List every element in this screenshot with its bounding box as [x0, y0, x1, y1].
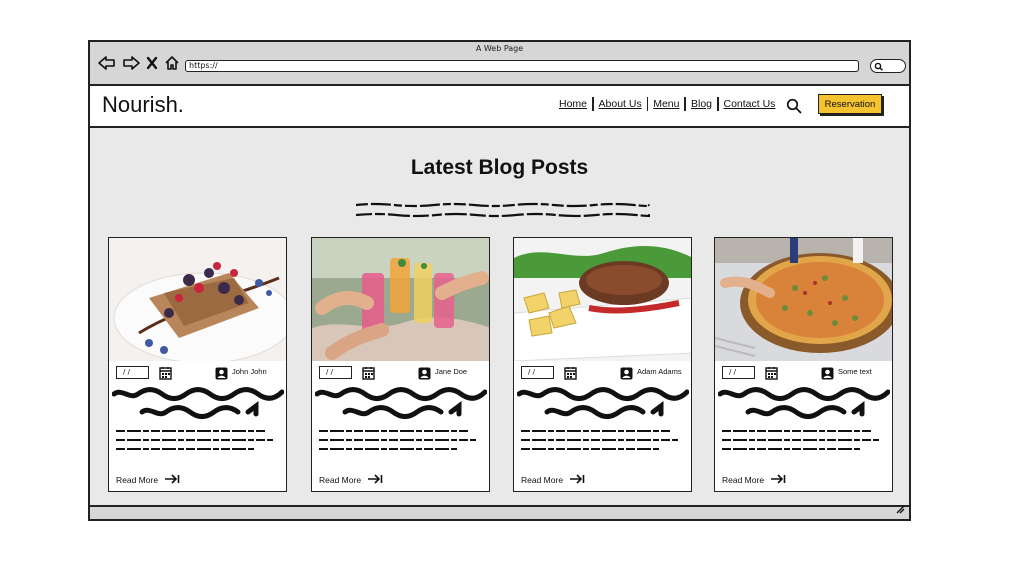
blog-card-image[interactable] — [715, 238, 892, 361]
read-more-link[interactable]: Read More — [722, 474, 786, 486]
read-more-label: Read More — [116, 475, 159, 485]
browser-search-box[interactable] — [870, 59, 906, 73]
user-icon — [418, 365, 431, 384]
date-field: / / — [722, 366, 755, 379]
card-title-placeholder — [517, 387, 689, 419]
author-name: Some text — [838, 367, 872, 376]
card-excerpt-placeholder — [116, 430, 273, 450]
card-title-placeholder — [315, 387, 487, 419]
browser-chrome: A Web Page https:// — [90, 42, 909, 86]
read-more-label: Read More — [319, 475, 362, 485]
calendar-icon — [362, 365, 375, 384]
user-icon — [821, 365, 834, 384]
card-excerpt-placeholder — [319, 430, 476, 450]
nav-divider — [646, 97, 649, 111]
blog-card-image[interactable] — [109, 238, 286, 361]
blog-card-image[interactable] — [312, 238, 489, 361]
browser-window: A Web Page https:// Nourish. Home About … — [88, 40, 911, 521]
window-title: A Web Page — [475, 44, 524, 53]
blog-section: Latest Blog Posts / / John John Read Mor… — [90, 128, 909, 509]
read-more-label: Read More — [521, 475, 564, 485]
browser-nav-buttons — [98, 55, 180, 71]
section-heading: Latest Blog Posts — [410, 156, 589, 179]
read-more-link[interactable]: Read More — [116, 474, 180, 486]
card-excerpt-placeholder — [521, 430, 678, 450]
arrow-right-icon — [569, 474, 585, 486]
blog-card[interactable]: / / Jane Doe Read More — [311, 237, 490, 492]
nav-menu-link[interactable]: Menu — [653, 98, 679, 110]
read-more-link[interactable]: Read More — [521, 474, 585, 486]
blog-card[interactable]: / / Adam Adams Read More — [513, 237, 692, 492]
close-icon[interactable] — [146, 56, 158, 70]
blog-card-meta: / / John John — [116, 365, 281, 381]
back-icon[interactable] — [98, 56, 116, 70]
author-name: Adam Adams — [637, 367, 682, 376]
card-title-placeholder — [112, 387, 284, 419]
blog-card-image[interactable] — [514, 238, 691, 361]
calendar-icon — [765, 365, 778, 384]
user-icon — [215, 365, 228, 384]
calendar-icon — [159, 365, 172, 384]
site-header: Nourish. Home About Us Menu Blog Contact… — [90, 86, 909, 128]
arrow-right-icon — [367, 474, 383, 486]
site-logo[interactable]: Nourish. — [102, 92, 184, 118]
card-excerpt-placeholder — [722, 430, 879, 450]
subheading-placeholder-text — [355, 202, 650, 218]
forward-icon[interactable] — [122, 56, 140, 70]
home-icon[interactable] — [164, 55, 180, 71]
blog-card-meta: / / Some text — [722, 365, 887, 381]
date-field: / / — [116, 366, 149, 379]
author-name: Jane Doe — [435, 367, 468, 376]
calendar-icon — [564, 365, 577, 384]
nav-divider — [717, 97, 719, 111]
blog-card[interactable]: / / John John Read More — [108, 237, 287, 492]
card-title-placeholder — [718, 387, 890, 419]
blog-card-meta: / / Jane Doe — [319, 365, 484, 381]
date-field: / / — [521, 366, 554, 379]
nav-divider — [684, 97, 686, 111]
resize-handle-icon[interactable] — [895, 499, 905, 518]
nav-about-link[interactable]: About Us — [599, 98, 642, 110]
arrow-right-icon — [164, 474, 180, 486]
nav-contact-link[interactable]: Contact Us — [724, 98, 776, 110]
main-navigation: Home About Us Menu Blog Contact Us — [559, 97, 775, 111]
blog-card-meta: / / Adam Adams — [521, 365, 686, 381]
browser-status-bar — [90, 505, 909, 519]
address-bar[interactable]: https:// — [185, 60, 859, 72]
user-icon — [620, 365, 633, 384]
site-search-icon[interactable] — [786, 98, 802, 118]
date-field: / / — [319, 366, 352, 379]
blog-card[interactable]: / / Some text Read More — [714, 237, 893, 492]
author-name: John John — [232, 367, 267, 376]
read-more-label: Read More — [722, 475, 765, 485]
nav-divider — [592, 97, 594, 111]
reservation-button[interactable]: Reservation — [818, 94, 882, 114]
nav-blog-link[interactable]: Blog — [691, 98, 712, 110]
read-more-link[interactable]: Read More — [319, 474, 383, 486]
arrow-right-icon — [770, 474, 786, 486]
nav-home-link[interactable]: Home — [559, 98, 587, 110]
search-icon — [874, 62, 883, 71]
